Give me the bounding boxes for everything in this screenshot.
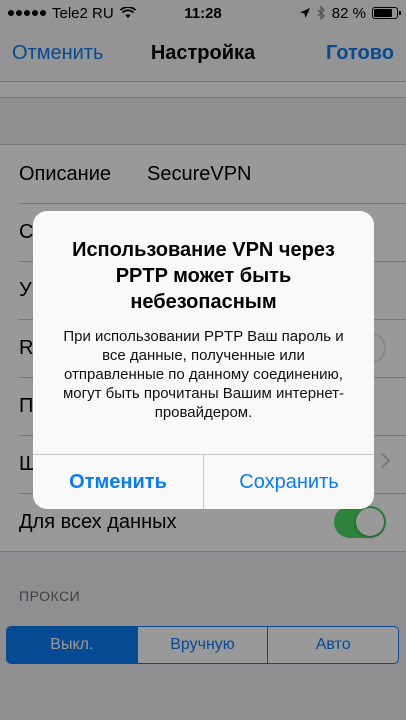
alert-title: Использование VPN через PPTP может быть …: [72, 239, 335, 313]
alert-dialog: Использование VPN через PPTP может быть …: [33, 211, 374, 509]
alert-message: При использовании PPTP Ваш пароль и все …: [62, 328, 345, 421]
alert-save-button[interactable]: Сохранить: [203, 455, 374, 509]
alert-cancel-button[interactable]: Отменить: [33, 455, 203, 509]
alert-buttons: Отменить Сохранить: [33, 454, 374, 509]
alert-body: Использование VPN через PPTP может быть …: [33, 211, 374, 454]
